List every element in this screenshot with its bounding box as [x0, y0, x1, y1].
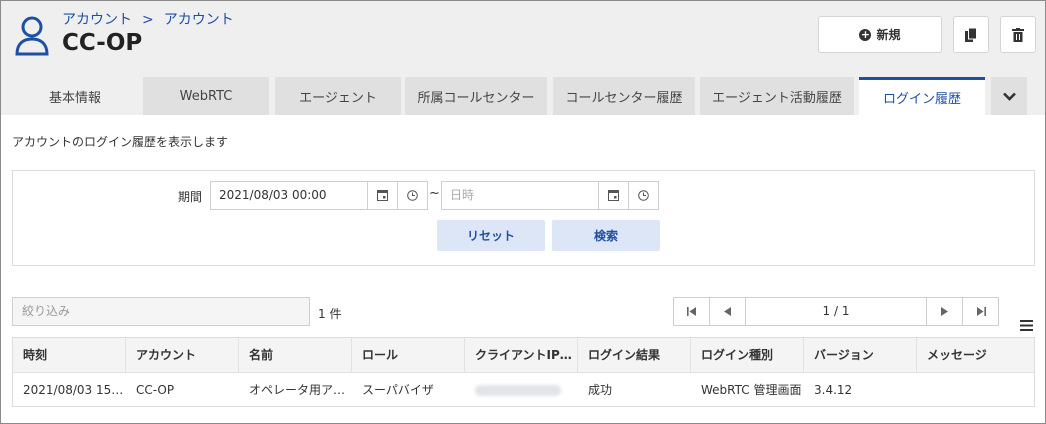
search-button[interactable]: 検索: [552, 220, 660, 251]
cell-login-type: WebRTC 管理画面: [701, 383, 802, 397]
breadcrumb-item-1[interactable]: アカウント: [62, 12, 132, 28]
column-header-message[interactable]: メッセージ: [917, 338, 1034, 372]
cell-time: 2021/08/03 15…: [23, 383, 124, 397]
tab-call-center-history[interactable]: コールセンター履歴: [553, 77, 695, 115]
start-time-button[interactable]: [397, 181, 428, 210]
cell-version: 3.4.12: [814, 383, 853, 397]
calendar-icon: [608, 190, 619, 201]
period-label: 期間: [178, 190, 203, 204]
tab-webrtc[interactable]: WebRTC: [143, 77, 269, 115]
calendar-icon: [377, 190, 388, 201]
page-title: CC-OP: [62, 30, 143, 56]
last-page-icon: [976, 307, 986, 316]
first-page-icon: [686, 307, 696, 316]
user-icon: [15, 16, 49, 56]
prev-page-button[interactable]: [710, 298, 746, 325]
breadcrumb-separator: >: [142, 12, 154, 28]
login-history-table: 時刻 アカウント 名前 ロール クライアントIP… ログイン結果 ログイン種別 …: [12, 337, 1035, 407]
column-header-name[interactable]: 名前: [239, 338, 352, 372]
start-datetime-input[interactable]: 2021/08/03 00:00: [210, 181, 368, 210]
new-button-label: 新規: [876, 28, 901, 42]
copy-button[interactable]: [953, 16, 989, 53]
clock-icon: [638, 190, 649, 201]
cell-login-result: 成功: [588, 383, 613, 397]
menu-icon[interactable]: [1020, 320, 1033, 331]
tab-basic-info[interactable]: 基本情報: [12, 77, 138, 115]
redacted-ip: [475, 385, 561, 396]
start-calendar-button[interactable]: [367, 181, 398, 210]
end-calendar-button[interactable]: [598, 181, 629, 210]
end-time-button[interactable]: [628, 181, 659, 210]
copy-icon: [965, 27, 977, 42]
cell-account: CC-OP: [136, 383, 175, 397]
next-page-icon: [941, 307, 948, 316]
first-page-button[interactable]: [674, 298, 710, 325]
new-button[interactable]: + 新規: [818, 16, 942, 53]
filter-input[interactable]: 絞り込み: [12, 297, 310, 326]
trash-icon: [1012, 27, 1024, 42]
column-header-login-result[interactable]: ログイン結果: [578, 338, 691, 372]
tab-more-button[interactable]: [991, 77, 1027, 115]
page-indicator: 1 / 1: [822, 304, 850, 318]
clock-icon: [407, 190, 418, 201]
result-count: 1 件: [318, 307, 342, 321]
tab-call-centers[interactable]: 所属コールセンター: [405, 77, 547, 115]
tab-login-history[interactable]: ログイン履歴: [859, 77, 985, 115]
breadcrumb-item-2[interactable]: アカウント: [164, 12, 234, 28]
chevron-down-icon: [1002, 92, 1016, 101]
column-header-login-type[interactable]: ログイン種別: [691, 338, 804, 372]
next-page-button[interactable]: [926, 298, 962, 325]
cell-role: スーパバイザ: [362, 383, 434, 397]
pagination: 1 / 1: [673, 297, 999, 326]
page-description: アカウントのログイン履歴を表示します: [12, 135, 229, 149]
cell-message: [917, 373, 1034, 407]
prev-page-icon: [724, 307, 731, 316]
last-page-button[interactable]: [962, 298, 998, 325]
end-datetime-input[interactable]: 日時: [441, 181, 599, 210]
column-header-account[interactable]: アカウント: [126, 338, 239, 372]
cell-client-ip: [465, 373, 578, 407]
column-header-time[interactable]: 時刻: [13, 338, 126, 372]
range-separator: ~: [429, 186, 440, 201]
cell-name: オペレータ用ア…: [249, 383, 346, 397]
column-header-role[interactable]: ロール: [352, 338, 465, 372]
delete-button[interactable]: [1000, 16, 1036, 53]
column-header-client-ip[interactable]: クライアントIP…: [465, 338, 578, 372]
tab-agent-activity-history[interactable]: エージェント活動履歴: [700, 77, 854, 115]
reset-button[interactable]: リセット: [437, 220, 545, 251]
breadcrumb: アカウント > アカウント: [62, 9, 234, 29]
tab-agent[interactable]: エージェント: [275, 77, 401, 115]
column-header-version[interactable]: バージョン: [804, 338, 917, 372]
table-header: 時刻 アカウント 名前 ロール クライアントIP… ログイン結果 ログイン種別 …: [13, 338, 1034, 373]
plus-circle-icon: +: [859, 27, 872, 41]
